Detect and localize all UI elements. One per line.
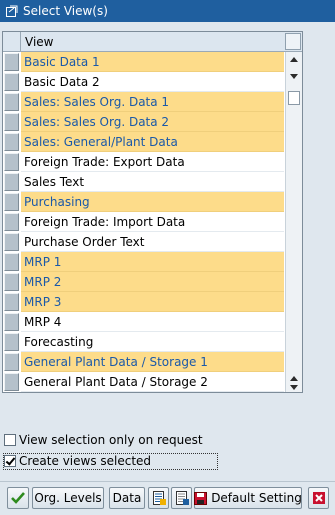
row-selector[interactable] bbox=[4, 53, 19, 71]
table-settings-button[interactable] bbox=[285, 33, 301, 50]
data-button[interactable]: Data bbox=[109, 487, 145, 509]
cancel-button[interactable] bbox=[308, 487, 329, 509]
column-header-view: View bbox=[25, 35, 54, 49]
view-cell[interactable]: General Plant Data / Storage 2 bbox=[21, 372, 284, 392]
row-selector[interactable] bbox=[4, 193, 19, 211]
create-selected-label: Create views selected bbox=[19, 454, 152, 468]
title-bar: Select View(s) bbox=[0, 0, 335, 22]
table-row[interactable]: Purchasing bbox=[3, 192, 284, 212]
view-cell[interactable]: MRP 1 bbox=[21, 252, 284, 272]
scroll-down-bottom-icon[interactable] bbox=[290, 385, 298, 390]
view-cell[interactable]: Purchasing bbox=[21, 192, 284, 212]
cancel-icon bbox=[312, 492, 325, 504]
table-row[interactable]: MRP 3 bbox=[3, 292, 284, 312]
table-row[interactable]: Sales: Sales Org. Data 1 bbox=[3, 92, 284, 112]
table-row[interactable]: Sales: Sales Org. Data 2 bbox=[3, 112, 284, 132]
scroll-up-bottom-icon[interactable] bbox=[290, 376, 298, 381]
row-selector[interactable] bbox=[4, 253, 19, 271]
org-levels-button[interactable]: Org. Levels bbox=[32, 487, 104, 509]
scroll-up-icon[interactable] bbox=[290, 57, 298, 62]
view-cell[interactable]: MRP 4 bbox=[21, 312, 284, 332]
row-selector[interactable] bbox=[4, 333, 19, 351]
checkmark-icon bbox=[11, 492, 25, 504]
view-cell[interactable]: Basic Data 2 bbox=[21, 72, 284, 92]
view-cell[interactable]: Foreign Trade: Export Data bbox=[21, 152, 284, 172]
select-all-corner[interactable] bbox=[3, 32, 21, 51]
window-title: Select View(s) bbox=[23, 4, 108, 18]
view-cell[interactable]: Sales Text bbox=[21, 172, 284, 192]
table-row[interactable]: MRP 2 bbox=[3, 272, 284, 292]
table-row[interactable]: Sales: General/Plant Data bbox=[3, 132, 284, 152]
select-all-icon bbox=[152, 491, 166, 505]
table-row[interactable]: Basic Data 1 bbox=[3, 52, 284, 72]
view-cell[interactable]: General Plant Data / Storage 1 bbox=[21, 352, 284, 372]
row-selector[interactable] bbox=[4, 113, 19, 131]
view-on-request-checkbox[interactable] bbox=[4, 434, 16, 446]
table-row[interactable]: Foreign Trade: Import Data bbox=[3, 212, 284, 232]
table-header: View bbox=[3, 32, 302, 52]
default-setting-label: Default Setting bbox=[211, 491, 302, 505]
row-selector[interactable] bbox=[4, 73, 19, 91]
view-cell[interactable]: MRP 3 bbox=[21, 292, 284, 312]
row-selector[interactable] bbox=[4, 93, 19, 111]
row-selector[interactable] bbox=[4, 173, 19, 191]
row-selector[interactable] bbox=[4, 293, 19, 311]
table-row[interactable]: Purchase Order Text bbox=[3, 232, 284, 252]
table-row[interactable]: Forecasting bbox=[3, 332, 284, 352]
default-setting-button[interactable]: Default Setting bbox=[194, 487, 302, 509]
view-cell[interactable]: Sales: Sales Org. Data 2 bbox=[21, 112, 284, 132]
row-selector[interactable] bbox=[4, 313, 19, 331]
confirm-button[interactable] bbox=[7, 487, 29, 509]
scroll-thumb[interactable] bbox=[288, 91, 300, 105]
option-create-selected[interactable]: Create views selected bbox=[4, 453, 151, 469]
row-selector[interactable] bbox=[4, 233, 19, 251]
view-cell[interactable]: Foreign Trade: Import Data bbox=[21, 212, 284, 232]
view-cell[interactable]: MRP 2 bbox=[21, 272, 284, 292]
deselect-all-icon bbox=[175, 491, 189, 505]
row-selector[interactable] bbox=[4, 213, 19, 231]
row-selector[interactable] bbox=[4, 373, 19, 391]
row-selector[interactable] bbox=[4, 353, 19, 371]
views-table: View Basic Data 1 Basic Data 2 Sales: Sale… bbox=[2, 31, 303, 393]
deselect-all-button[interactable] bbox=[171, 487, 192, 509]
select-all-button[interactable] bbox=[148, 487, 169, 509]
view-cell[interactable]: Forecasting bbox=[21, 332, 284, 352]
row-selector[interactable] bbox=[4, 273, 19, 291]
view-cell[interactable]: Sales: Sales Org. Data 1 bbox=[21, 92, 284, 112]
row-selector[interactable] bbox=[4, 153, 19, 171]
table-row[interactable]: MRP 4 bbox=[3, 312, 284, 332]
view-on-request-label: View selection only on request bbox=[19, 433, 203, 447]
view-cell[interactable]: Sales: General/Plant Data bbox=[21, 132, 284, 152]
row-selector[interactable] bbox=[4, 133, 19, 151]
table-row[interactable]: Basic Data 2 bbox=[3, 72, 284, 92]
table-row[interactable]: MRP 1 bbox=[3, 252, 284, 272]
create-selected-checkbox[interactable] bbox=[4, 455, 16, 467]
table-rows: Basic Data 1 Basic Data 2 Sales: Sales Org… bbox=[3, 52, 284, 392]
view-cell[interactable]: Purchase Order Text bbox=[21, 232, 284, 252]
option-view-on-request[interactable]: View selection only on request bbox=[4, 432, 203, 448]
save-icon bbox=[194, 491, 208, 505]
toolbar-separator bbox=[0, 481, 335, 482]
view-cell[interactable]: Basic Data 1 bbox=[21, 52, 284, 72]
vertical-scrollbar[interactable] bbox=[285, 52, 302, 392]
table-row[interactable]: Foreign Trade: Export Data bbox=[3, 152, 284, 172]
table-row[interactable]: General Plant Data / Storage 1 bbox=[3, 352, 284, 372]
window-select-icon bbox=[6, 5, 18, 17]
table-row[interactable]: General Plant Data / Storage 2 bbox=[3, 372, 284, 392]
scroll-down-icon[interactable] bbox=[290, 74, 298, 79]
table-row[interactable]: Sales Text bbox=[3, 172, 284, 192]
